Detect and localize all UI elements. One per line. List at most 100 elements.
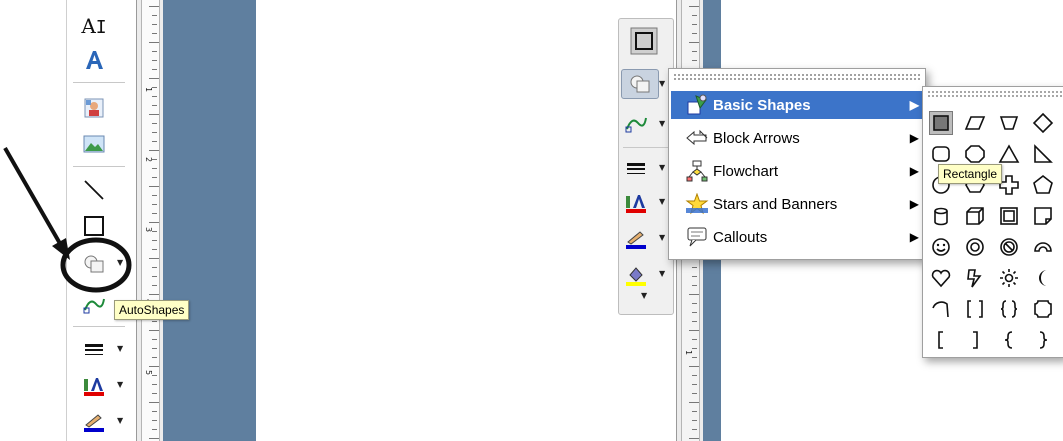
shape-right-brace-button[interactable] bbox=[1031, 328, 1055, 352]
diamond-icon bbox=[1032, 112, 1054, 134]
toolbar-options-dropdown-icon[interactable]: ▼ bbox=[641, 291, 647, 300]
ruler-tick bbox=[689, 366, 699, 367]
shape-heart-button[interactable] bbox=[929, 266, 953, 290]
sun-icon bbox=[1000, 269, 1018, 287]
stars-banners-icon bbox=[685, 193, 709, 215]
shape-double-bracket-button[interactable] bbox=[963, 297, 987, 321]
ruler-tick bbox=[692, 357, 697, 358]
ruler-tick bbox=[692, 312, 697, 313]
connectors-button[interactable] bbox=[621, 109, 651, 137]
shape-trapezoid-button[interactable] bbox=[997, 111, 1021, 135]
font-color-button[interactable] bbox=[621, 189, 651, 217]
plaque-icon bbox=[1034, 300, 1052, 318]
ruler-tick bbox=[692, 15, 697, 16]
cube-icon bbox=[966, 207, 984, 225]
rectangle-icon bbox=[933, 115, 949, 131]
autoshapes-button[interactable] bbox=[621, 69, 659, 99]
fill-color-icon bbox=[626, 267, 646, 286]
ruler-tick bbox=[692, 33, 697, 34]
line-color-dropdown-icon[interactable]: ▼ bbox=[659, 233, 665, 242]
ruler-tick bbox=[692, 321, 697, 322]
shape-double-brace-button[interactable] bbox=[997, 297, 1021, 321]
ruler-tick bbox=[692, 51, 697, 52]
menu-item-basic-shapes[interactable]: Basic Shapes ▶ bbox=[671, 91, 923, 119]
line-style-dropdown-icon[interactable]: ▼ bbox=[659, 163, 665, 172]
shape-arc-button[interactable] bbox=[929, 297, 953, 321]
shape-right-bracket-button[interactable] bbox=[963, 328, 987, 352]
shape-cube-button[interactable] bbox=[963, 204, 987, 228]
shape-lightning-bolt-button[interactable] bbox=[963, 266, 987, 290]
menu-item-stars-and-banners[interactable]: Stars and Banners ▶ bbox=[671, 190, 923, 218]
isosceles-triangle-icon bbox=[998, 144, 1020, 163]
flowchart-icon bbox=[685, 160, 709, 182]
menu-item-callouts[interactable]: Callouts ▶ bbox=[671, 223, 923, 251]
shape-octagon-button[interactable] bbox=[963, 142, 987, 166]
autoshapes-dropdown-icon[interactable]: ▼ bbox=[659, 79, 665, 88]
shape-can-button[interactable] bbox=[929, 204, 953, 228]
shape-moon-button[interactable] bbox=[1031, 266, 1055, 290]
palette-drag-handle[interactable] bbox=[927, 90, 1063, 97]
line-style-button[interactable] bbox=[621, 155, 651, 183]
shape-donut-button[interactable] bbox=[963, 235, 987, 259]
smiley-face-icon bbox=[932, 238, 950, 256]
menu-item-label: Basic Shapes bbox=[713, 96, 811, 114]
shape-no-symbol-button[interactable] bbox=[997, 235, 1021, 259]
ruler-tick bbox=[692, 303, 697, 304]
lightning-bolt-icon bbox=[967, 269, 982, 288]
ruler-tick bbox=[692, 420, 697, 421]
ruler-tick bbox=[689, 42, 699, 43]
line-style-icon bbox=[627, 163, 645, 174]
line-color-button[interactable] bbox=[621, 225, 651, 253]
shape-smiley-face-button[interactable] bbox=[929, 235, 953, 259]
submenu-arrow-icon: ▶ bbox=[909, 164, 919, 178]
shape-left-bracket-button[interactable] bbox=[929, 328, 953, 352]
line-color-icon bbox=[626, 231, 646, 249]
right-drawing-toolbar: ▼ ▼ ▼ ▼ ▼ ▼ ▼ bbox=[618, 18, 674, 315]
basic-shapes-icon bbox=[685, 94, 709, 116]
callouts-icon bbox=[685, 226, 709, 248]
pentagon-icon bbox=[1033, 174, 1053, 194]
shape-block-arc-button[interactable] bbox=[1031, 235, 1055, 259]
menu-drag-handle[interactable] bbox=[673, 73, 921, 81]
shape-diamond-button[interactable] bbox=[1031, 111, 1055, 135]
autoshapes-tooltip: AutoShapes bbox=[114, 300, 190, 320]
menu-item-block-arrows[interactable]: Block Arrows ▶ bbox=[671, 124, 923, 152]
parallelogram-icon bbox=[964, 116, 986, 130]
ruler-tick bbox=[692, 411, 697, 412]
ruler-tick bbox=[692, 429, 697, 430]
fill-color-button[interactable] bbox=[621, 261, 651, 289]
shape-parallelogram-button[interactable] bbox=[963, 111, 987, 135]
double-brace-icon bbox=[1000, 300, 1018, 318]
shape-frame-button[interactable] bbox=[997, 204, 1021, 228]
menu-item-label: Callouts bbox=[713, 228, 768, 246]
menu-item-label: Block Arrows bbox=[713, 129, 800, 147]
shape-sun-button[interactable] bbox=[997, 266, 1021, 290]
shape-plaque-button[interactable] bbox=[1031, 297, 1055, 321]
fill-color-dropdown-icon[interactable]: ▼ bbox=[659, 269, 665, 278]
annotation-arrow-icon bbox=[3, 147, 132, 293]
shape-folded-corner-button[interactable] bbox=[1031, 204, 1055, 228]
no-symbol-icon bbox=[1000, 238, 1018, 256]
rectangle-tool-button[interactable] bbox=[629, 27, 659, 55]
shape-rectangle-button[interactable] bbox=[929, 111, 953, 135]
shape-right-triangle-button[interactable] bbox=[1031, 142, 1055, 166]
connectors-dropdown-icon[interactable]: ▼ bbox=[659, 119, 665, 128]
trapezoid-icon bbox=[999, 116, 1019, 130]
ruler-tick bbox=[692, 384, 697, 385]
menu-item-label: Stars and Banners bbox=[713, 195, 838, 213]
shape-isosceles-triangle-button[interactable] bbox=[997, 142, 1021, 166]
submenu-arrow-icon: ▶ bbox=[909, 197, 919, 211]
right-brace-icon bbox=[1039, 331, 1048, 349]
moon-icon bbox=[1039, 270, 1047, 286]
shape-pentagon-button[interactable] bbox=[1031, 173, 1055, 197]
font-color-dropdown-icon[interactable]: ▼ bbox=[659, 197, 665, 206]
ruler-tick bbox=[692, 267, 697, 268]
heart-icon bbox=[931, 269, 951, 288]
autoshapes-menu: Basic Shapes ▶ Block Arrows ▶ Flowchart … bbox=[668, 68, 926, 260]
ruler-tick bbox=[689, 294, 699, 295]
font-color-icon bbox=[626, 195, 646, 213]
ruler-tick bbox=[692, 285, 697, 286]
shape-left-brace-button[interactable] bbox=[997, 328, 1021, 352]
menu-item-flowchart[interactable]: Flowchart ▶ bbox=[671, 157, 923, 185]
shape-rounded-rectangle-button[interactable] bbox=[929, 142, 953, 166]
